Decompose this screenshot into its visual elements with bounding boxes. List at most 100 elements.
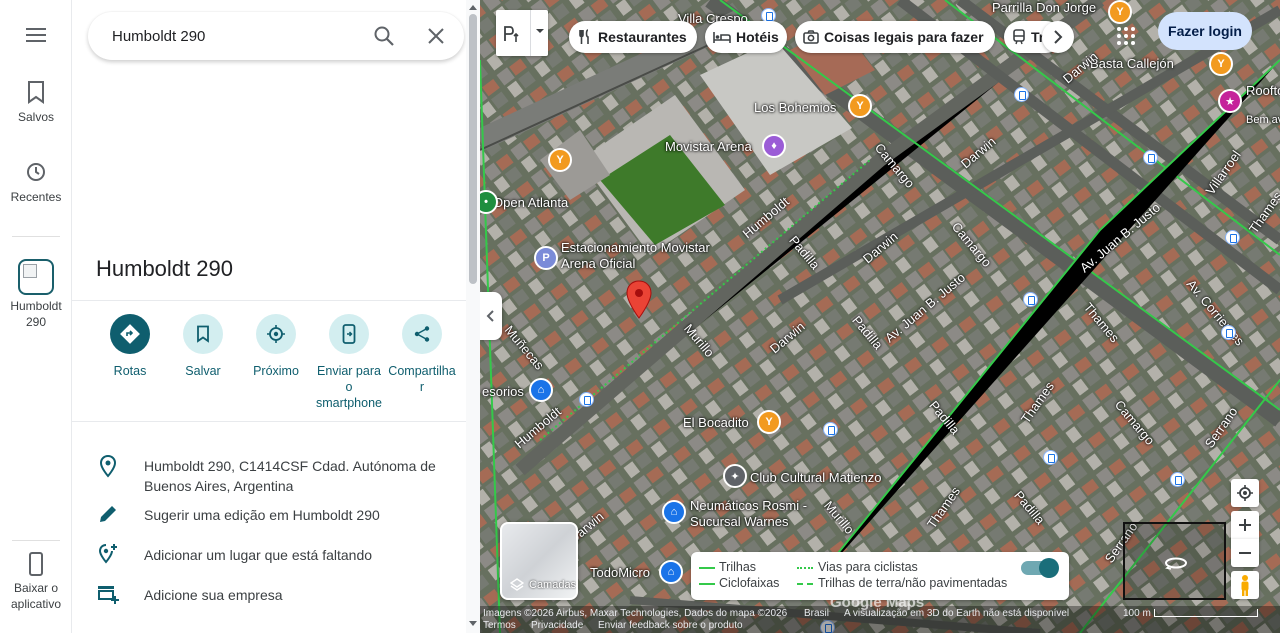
scroll-up-arrow-icon[interactable]: [469, 5, 477, 10]
nightlife-marker-icon[interactable]: ★: [1218, 89, 1242, 113]
scale-bar[interactable]: [1154, 609, 1258, 617]
bus-stop-icon[interactable]: [1043, 450, 1058, 465]
feedback-link[interactable]: Enviar feedback sobre o produto: [598, 620, 743, 631]
map-canvas[interactable]: Villa Crespo Parrilla Don Jorge Basta Ca…: [480, 0, 1280, 633]
send-to-phone-button[interactable]: Enviar para o smartphone: [312, 314, 386, 411]
place-panel: Humboldt 290 Rotas Salvar Próximo Enviar…: [72, 0, 480, 633]
clear-search-button[interactable]: [424, 24, 448, 48]
chip-hotels[interactable]: Hotéis: [705, 21, 787, 53]
chip-restaurants[interactable]: Restaurantes: [569, 21, 697, 53]
login-button[interactable]: Fazer login: [1158, 12, 1252, 50]
map-label-movistar-arena[interactable]: Movistar Arena: [665, 139, 752, 154]
bus-stop-icon[interactable]: [1143, 150, 1158, 165]
layers-button[interactable]: Camadas: [500, 522, 578, 600]
education-marker-icon[interactable]: ✦: [723, 464, 747, 488]
map-label-basta-callejon[interactable]: Basta Callejón: [1090, 56, 1174, 71]
terms-link[interactable]: Termos: [483, 620, 516, 631]
map-label-el-bocadito[interactable]: El Bocadito: [683, 415, 749, 430]
add-missing-place-row[interactable]: Adicionar um lugar que está faltando: [72, 542, 466, 568]
map-label-todomicro[interactable]: TodoMicro: [590, 565, 650, 580]
scroll-thumb[interactable]: [469, 14, 477, 284]
add-business-row[interactable]: Adicione sua empresa: [72, 582, 466, 608]
bike-layer-toggle[interactable]: [1021, 558, 1059, 578]
map-label-los-bohemios[interactable]: Los Bohemios: [754, 100, 836, 115]
location-pin-icon[interactable]: [625, 280, 653, 320]
legend-line-trails: [699, 567, 715, 569]
zoom-out-button[interactable]: [1231, 539, 1259, 567]
map-label-accesorios[interactable]: esorios: [482, 384, 524, 399]
save-label: Salvar: [185, 364, 221, 378]
share-button[interactable]: Compartilhar: [385, 314, 459, 395]
restaurant-marker-icon[interactable]: Y: [1108, 0, 1132, 24]
parking-marker-icon[interactable]: P: [534, 246, 558, 270]
directions-button[interactable]: Rotas: [93, 314, 167, 379]
add-missing-place-text: Adicionar um lugar que está faltando: [144, 547, 373, 563]
camera-icon: [803, 30, 819, 44]
map-label-open-atlanta[interactable]: Open Atlanta: [493, 195, 568, 210]
bus-stop-icon[interactable]: [1023, 292, 1038, 307]
map-label-club-cultural[interactable]: Club Cultural Matienzo: [750, 470, 882, 485]
menu-button[interactable]: [0, 26, 72, 50]
scroll-down-arrow-icon[interactable]: [469, 621, 477, 626]
google-apps-button[interactable]: [1112, 22, 1140, 50]
map-label-rooftop[interactable]: Roofto Movis: [1246, 82, 1280, 99]
suggest-edit-text: Sugerir uma edição em Humboldt 290: [144, 507, 380, 523]
shopping-marker-icon[interactable]: ⌂: [659, 560, 683, 584]
map-label-parrilla[interactable]: Parrilla Don Jorge: [992, 0, 1096, 15]
share-icon: [414, 326, 430, 342]
save-button[interactable]: Salvar: [166, 314, 240, 379]
scale-label[interactable]: 100 m: [1123, 608, 1151, 619]
privacy-link[interactable]: Privacidade: [531, 620, 583, 631]
map-footer: Imagens ©2026 Airbus, Maxar Technologies…: [480, 594, 1280, 633]
rail-place-label[interactable]: Humboldt 290: [0, 298, 72, 330]
plus-icon: [1239, 519, 1251, 531]
chevron-down-icon[interactable]: [533, 24, 547, 38]
search-button[interactable]: [372, 24, 396, 48]
restaurant-marker-icon[interactable]: Y: [548, 148, 572, 172]
region-link[interactable]: Brasil: [804, 608, 829, 619]
rail-saved-button[interactable]: Salvos: [0, 80, 72, 124]
place-title: Humboldt 290: [96, 256, 233, 281]
legend-line-dirt-trails: [797, 583, 813, 585]
bike-legend: Trilhas Ciclofaixas Vias para ciclistas …: [691, 552, 1069, 600]
bus-stop-icon[interactable]: [1225, 230, 1240, 245]
chevron-left-icon: [486, 310, 494, 322]
add-business-text: Adicione sua empresa: [144, 587, 283, 603]
bus-stop-icon[interactable]: [1221, 325, 1236, 340]
zoom-in-button[interactable]: [1231, 511, 1259, 539]
restaurant-marker-icon[interactable]: Y: [757, 410, 781, 434]
layers-icon: [510, 578, 524, 591]
legend-line-bike-roads: [797, 567, 813, 569]
restaurant-marker-icon[interactable]: Y: [848, 94, 872, 118]
rail-place-thumbnail[interactable]: [18, 259, 54, 295]
venue-marker-icon[interactable]: ♦: [762, 134, 786, 158]
chevron-right-icon: [1054, 30, 1063, 44]
imagery-attribution: Imagens ©2026 Airbus, Maxar Technologies…: [483, 608, 788, 619]
chip-things-to-do[interactable]: Coisas legais para fazer: [795, 21, 995, 53]
rail-recent-button[interactable]: Recentes: [0, 160, 72, 204]
bus-stop-icon[interactable]: [823, 422, 838, 437]
suggest-edit-row[interactable]: Sugerir uma edição em Humboldt 290: [72, 502, 466, 528]
bar-marker-icon[interactable]: Y: [1209, 52, 1233, 76]
chips-scroll-next-button[interactable]: [1042, 21, 1074, 53]
transit-route-icon: [504, 26, 519, 42]
address-row[interactable]: Humboldt 290, C1414CSF Cdad. Autónoma de…: [72, 453, 466, 494]
bus-stop-icon[interactable]: [579, 392, 594, 407]
my-location-button[interactable]: [1231, 479, 1259, 507]
map-label-neumaticos[interactable]: Neumáticos Rosmi - Sucursal Warnes: [690, 498, 830, 530]
transit-toggle-button[interactable]: [496, 10, 548, 56]
panel-scrollbar[interactable]: [466, 0, 480, 633]
bookmark-icon: [197, 325, 209, 343]
send-to-phone-icon: [342, 324, 356, 344]
shopping-marker-icon[interactable]: ⌂: [662, 500, 686, 524]
map-label-estacionamiento[interactable]: Estacionamiento Movistar Arena Oficial: [561, 240, 711, 272]
shopping-marker-icon[interactable]: ⌂: [529, 378, 553, 402]
pegman-icon[interactable]: [1231, 571, 1259, 599]
nearby-button[interactable]: Próximo: [239, 314, 313, 379]
collapse-panel-button[interactable]: [480, 292, 502, 340]
rail-download-app-button[interactable]: Baixar o aplicativo: [0, 552, 72, 612]
bus-stop-icon[interactable]: [1014, 87, 1029, 102]
bus-stop-icon[interactable]: [1170, 472, 1185, 487]
search-input[interactable]: [112, 24, 362, 48]
street-view-preview[interactable]: [1123, 522, 1226, 600]
